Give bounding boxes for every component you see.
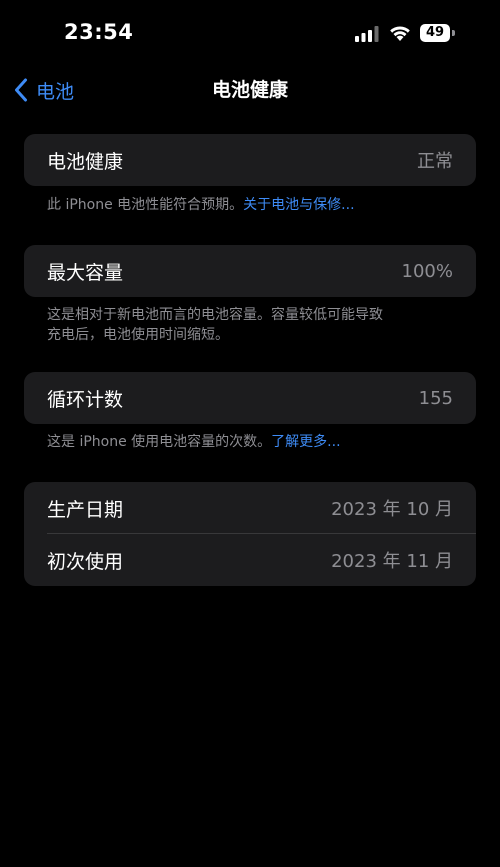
max-capacity-footer-line1: 这是相对于新电池而言的电池容量。容量较低可能导致 <box>47 307 383 323</box>
cycle-count-footer: 这是 iPhone 使用电池容量的次数。了解更多... <box>47 432 437 452</box>
max-capacity-group: 最大容量 100% <box>24 245 476 297</box>
page-title: 电池健康 <box>211 79 288 101</box>
first-use-row: 初次使用 2023 年 11 月 <box>24 534 476 586</box>
about-battery-warranty-link[interactable]: 关于电池与保修... <box>243 197 354 213</box>
manufacture-date-value: 2023 年 10 月 <box>331 499 453 520</box>
battery-health-value: 正常 <box>417 151 453 172</box>
battery-health-label: 电池健康 <box>47 150 124 173</box>
status-bar: 23:54 49 <box>0 0 500 70</box>
battery-icon: 49 <box>420 24 456 42</box>
battery-health-row: 电池健康 正常 <box>24 134 476 186</box>
max-capacity-row: 最大容量 100% <box>24 245 476 297</box>
battery-health-screen: 23:54 49 电池 电池健康 电池健康 正常 此 iPhone 电池性能符合… <box>0 0 500 867</box>
learn-more-link[interactable]: 了解更多... <box>271 434 340 450</box>
first-use-label: 初次使用 <box>47 550 124 573</box>
dates-group: 生产日期 2023 年 10 月 初次使用 2023 年 11 月 <box>24 482 476 586</box>
max-capacity-value: 100% <box>401 260 453 282</box>
battery-health-footer: 此 iPhone 电池性能符合预期。关于电池与保修... <box>47 195 437 215</box>
battery-tip <box>452 30 455 36</box>
max-capacity-footer: 这是相对于新电池而言的电池容量。容量较低可能导致 充电后，电池使用时间缩短。 <box>47 305 437 345</box>
cycle-count-label: 循环计数 <box>47 388 124 411</box>
max-capacity-footer-line2: 充电后，电池使用时间缩短。 <box>47 327 229 343</box>
max-capacity-label: 最大容量 <box>47 261 124 284</box>
cycle-count-group: 循环计数 155 <box>24 372 476 424</box>
manufacture-date-row: 生产日期 2023 年 10 月 <box>24 482 476 534</box>
cycle-count-row: 循环计数 155 <box>24 372 476 424</box>
first-use-value: 2023 年 11 月 <box>331 551 453 572</box>
wifi-icon <box>390 26 410 41</box>
navigation-bar: 电池 电池健康 <box>0 70 500 110</box>
battery-level: 49 <box>425 25 445 40</box>
cycle-count-footer-text: 这是 iPhone 使用电池容量的次数。 <box>47 434 272 450</box>
signal-icon <box>355 26 379 42</box>
battery-health-group: 电池健康 正常 <box>24 134 476 186</box>
cycle-count-value: 155 <box>418 387 453 409</box>
status-time: 23:54 <box>64 20 134 44</box>
manufacture-date-label: 生产日期 <box>47 498 124 521</box>
battery-health-footer-text: 此 iPhone 电池性能符合预期。 <box>47 197 244 213</box>
